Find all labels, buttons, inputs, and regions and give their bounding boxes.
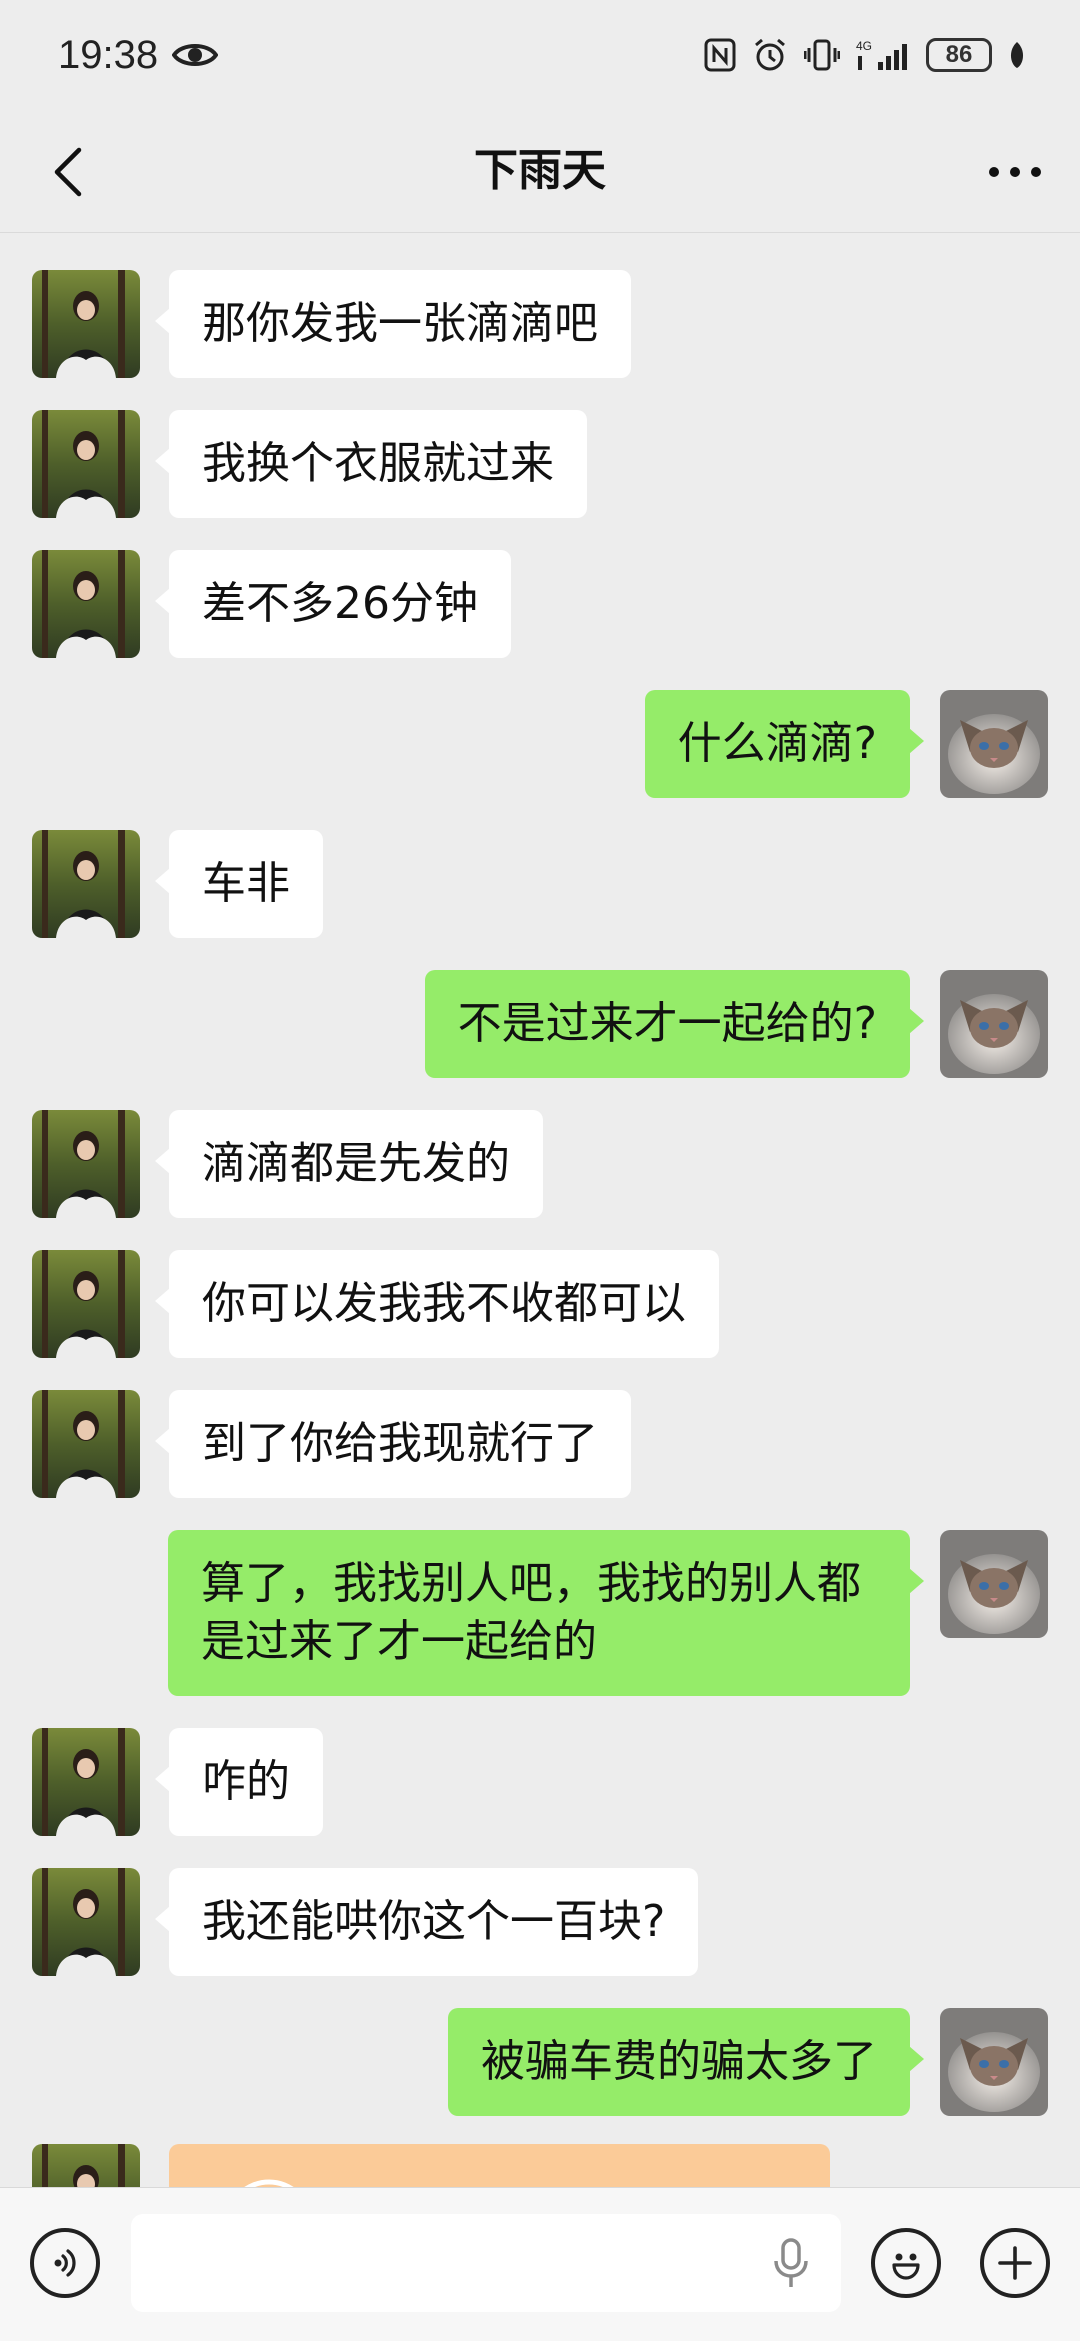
contact-avatar[interactable] bbox=[32, 550, 140, 658]
contact-avatar[interactable] bbox=[32, 410, 140, 518]
voice-toggle-button[interactable] bbox=[30, 2228, 100, 2298]
message-bubble[interactable]: 咋的 bbox=[155, 1728, 323, 1836]
message-bubble[interactable]: 差不多26分钟 bbox=[155, 550, 511, 658]
eye-icon bbox=[172, 44, 219, 66]
status-bar: 19:38 4G 86 bbox=[0, 0, 1080, 110]
4g-signal-icon: 4G bbox=[856, 39, 907, 70]
message-bubble[interactable]: 我换个衣服就过来 bbox=[155, 410, 587, 518]
self-avatar[interactable] bbox=[940, 690, 1048, 798]
contact-avatar[interactable] bbox=[32, 270, 140, 378]
emoji-icon bbox=[892, 2253, 920, 2280]
message-bubble[interactable]: 我还能哄你这个一百块? bbox=[154, 1868, 699, 1976]
input-bar bbox=[0, 2187, 1080, 2341]
self-avatar[interactable] bbox=[940, 970, 1048, 1078]
leaf-icon bbox=[1010, 42, 1024, 68]
message-bubble[interactable]: 被骗车费的骗太多了 bbox=[448, 2008, 924, 2116]
contact-avatar[interactable] bbox=[32, 1728, 140, 1836]
status-time: 19:38 bbox=[58, 32, 159, 77]
self-avatar[interactable] bbox=[940, 1530, 1048, 1638]
voice-toggle-icon bbox=[54, 2249, 76, 2277]
message-bubble[interactable]: 不是过来才一起给的? bbox=[424, 970, 925, 1078]
message-bubble[interactable]: 到了你给我现就行了 bbox=[155, 1390, 631, 1498]
plus-icon bbox=[998, 2246, 1032, 2280]
more-button[interactable] bbox=[980, 140, 1050, 204]
contact-avatar[interactable] bbox=[32, 830, 140, 938]
chat-title: 下雨天 bbox=[474, 145, 606, 196]
nfc-icon bbox=[704, 38, 736, 72]
message-bubble[interactable]: 滴滴都是先发的 bbox=[155, 1110, 543, 1218]
message-bubble[interactable]: 车非 bbox=[155, 830, 323, 938]
contact-avatar[interactable] bbox=[32, 2144, 140, 2187]
message-bubble[interactable]: 那你发我一张滴滴吧 bbox=[155, 270, 631, 378]
contact-avatar[interactable] bbox=[32, 1110, 140, 1218]
message-list[interactable]: 那你发我一张滴滴吧 我换个衣服就过来 差不多26分钟 什么滴滴? 车非 不是过来… bbox=[0, 232, 1080, 2187]
message-bubble[interactable]: 你可以发我我不收都可以 bbox=[155, 1250, 719, 1358]
contact-avatar[interactable] bbox=[32, 1390, 140, 1498]
microphone-icon[interactable] bbox=[771, 2237, 811, 2289]
svg-text:4G: 4G bbox=[856, 39, 872, 53]
message-bubble[interactable]: 算了，我找别人吧，我找的别人都 是过来了才一起给的 bbox=[168, 1530, 924, 1696]
emoji-button[interactable] bbox=[871, 2228, 941, 2298]
vibrate-icon bbox=[804, 39, 840, 71]
contact-avatar[interactable] bbox=[32, 1250, 140, 1358]
message-bubble[interactable]: 什么滴滴? bbox=[644, 690, 925, 798]
transfer-icon bbox=[244, 2179, 294, 2187]
transfer-card[interactable] bbox=[169, 2144, 830, 2187]
battery-level: 86 bbox=[945, 41, 973, 68]
battery-indicator: 86 bbox=[926, 38, 992, 72]
contact-avatar[interactable] bbox=[32, 1868, 140, 1976]
alarm-icon bbox=[755, 38, 785, 71]
plus-button[interactable] bbox=[980, 2228, 1050, 2298]
chat-header: 下雨天 bbox=[0, 110, 1080, 233]
message-input[interactable] bbox=[131, 2214, 841, 2312]
more-dots-icon bbox=[989, 167, 1041, 177]
self-avatar[interactable] bbox=[940, 2008, 1048, 2116]
